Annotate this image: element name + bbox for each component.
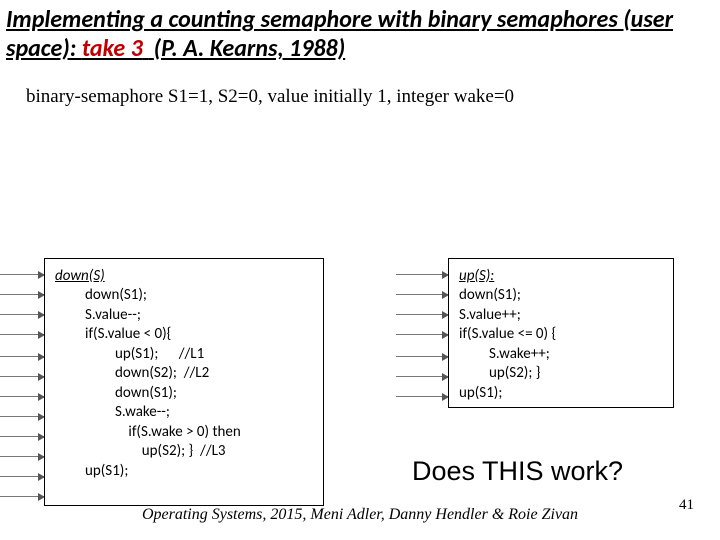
code-line: S.wake++; bbox=[459, 345, 663, 365]
down-header: down(S) bbox=[55, 267, 313, 287]
code-line: down(S1); bbox=[55, 286, 313, 306]
code-line: up(S2); } bbox=[459, 364, 663, 384]
down-code-box: down(S) down(S1);S.value--;if(S.value < … bbox=[44, 258, 324, 506]
code-line: S.value++; bbox=[459, 306, 663, 326]
arrow-icon bbox=[0, 274, 44, 275]
up-lines: down(S1);S.value++;if(S.value <= 0) {S.w… bbox=[459, 286, 663, 403]
code-line: up(S1); bbox=[459, 384, 663, 404]
arrow-icon bbox=[0, 396, 44, 397]
code-line: if(S.value < 0){ bbox=[55, 325, 313, 345]
arrow-icon bbox=[0, 356, 44, 357]
arrow-icon bbox=[396, 274, 448, 275]
code-line: down(S2); //L2 bbox=[55, 364, 313, 384]
arrow-icon bbox=[0, 436, 44, 437]
code-line: if(S.value <= 0) { bbox=[459, 325, 663, 345]
arrow-icon bbox=[396, 356, 448, 357]
arrow-icon bbox=[0, 456, 44, 457]
arrow-icon bbox=[396, 294, 448, 295]
code-line: S.wake--; bbox=[55, 403, 313, 423]
arrow-icon bbox=[0, 416, 44, 417]
code-line: if(S.wake > 0) then bbox=[55, 423, 313, 443]
title-take: take 3 bbox=[82, 34, 143, 63]
down-lines: down(S1);S.value--;if(S.value < 0){up(S1… bbox=[55, 286, 313, 481]
arrow-icon bbox=[0, 496, 44, 497]
arrow-icon bbox=[0, 376, 44, 377]
code-line: up(S2); } //L3 bbox=[55, 442, 313, 462]
code-line: up(S1); bbox=[55, 462, 313, 482]
up-header: up(S): bbox=[459, 267, 663, 287]
code-line: down(S1); bbox=[55, 384, 313, 404]
arrow-icon bbox=[396, 334, 448, 335]
arrow-icon bbox=[396, 376, 448, 377]
arrow-icon bbox=[0, 294, 44, 295]
arrow-icon bbox=[396, 314, 448, 315]
arrow-icon bbox=[396, 396, 448, 397]
title-ref: (P. A. Kearns, 1988) bbox=[154, 34, 346, 63]
code-line: up(S1); //L1 bbox=[55, 345, 313, 365]
code-line: down(S1); bbox=[459, 286, 663, 306]
footer-text: Operating Systems, 2015, Meni Adler, Dan… bbox=[0, 506, 720, 524]
code-line: S.value--; bbox=[55, 306, 313, 326]
arrow-icon bbox=[0, 314, 44, 315]
arrow-icon bbox=[0, 476, 44, 477]
up-code-box: up(S): down(S1);S.value++;if(S.value <= … bbox=[448, 258, 674, 408]
question-text: Does THIS work? bbox=[412, 456, 623, 487]
page-number: 41 bbox=[679, 497, 694, 514]
init-line: binary-semaphore S1=1, S2=0, value initi… bbox=[0, 66, 720, 108]
arrow-icon bbox=[0, 334, 44, 335]
slide-title: Implementing a counting semaphore with b… bbox=[0, 0, 720, 66]
